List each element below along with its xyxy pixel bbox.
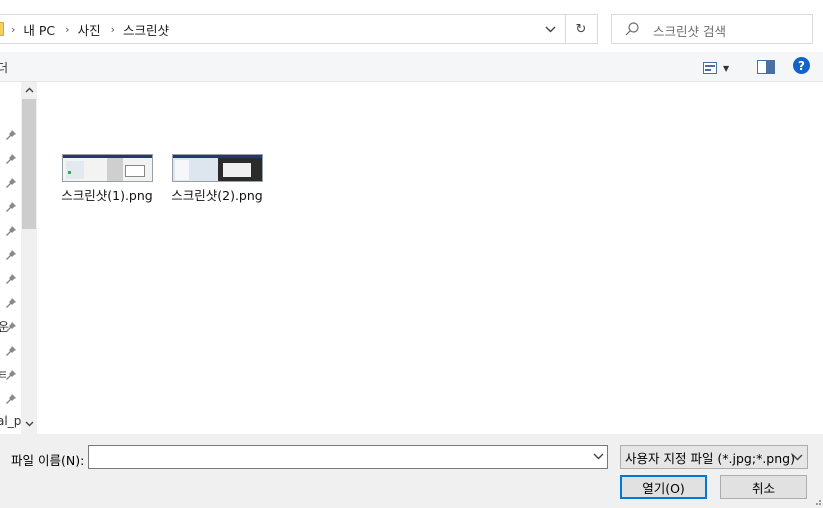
file-list[interactable]: 스크린샷(1).png 스크린샷(2).png: [37, 82, 823, 434]
scroll-thumb[interactable]: [22, 99, 36, 229]
pin-icon: [6, 250, 16, 260]
pin-icon: [6, 202, 16, 212]
dialog-footer: 파일 이름(N): 사용자 지정 파일 (*.jpg;*.png) 열기(O) …: [0, 434, 823, 508]
address-bar[interactable]: › 내 PC › 사진 › 스크린샷 ↻: [0, 14, 598, 44]
refresh-icon: ↻: [575, 21, 587, 37]
pin-icon: [6, 226, 16, 236]
nav-scrollbar[interactable]: [21, 82, 37, 434]
pin-icon: [6, 130, 16, 140]
pin-icon: [6, 298, 16, 308]
chevron-down-icon: [25, 421, 33, 427]
filename-label: 파일 이름(N):: [11, 453, 85, 468]
address-history-button[interactable]: [535, 15, 565, 43]
file-name: 스크린샷(1).png: [61, 188, 153, 203]
filename-input[interactable]: [88, 445, 608, 469]
command-bar: 더 ▼: [0, 52, 823, 82]
toolbar-item-partial[interactable]: 더: [0, 59, 8, 76]
view-icon: [703, 62, 717, 74]
search-placeholder: 스크린샷 검색: [653, 24, 726, 39]
help-icon: ?: [798, 58, 805, 73]
help-button[interactable]: ?: [793, 57, 810, 74]
chevron-right-icon: ›: [11, 22, 16, 36]
pin-icon: [6, 322, 16, 332]
file-item[interactable]: 스크린샷(1).png: [57, 154, 157, 204]
chevron-right-icon: ›: [110, 22, 115, 36]
search-input[interactable]: 스크린샷 검색: [611, 14, 813, 44]
address-row: › 내 PC › 사진 › 스크린샷 ↻ 스크린샷 검색: [0, 0, 823, 52]
chevron-down-icon: [792, 454, 803, 461]
breadcrumb-item-screenshots[interactable]: 스크린샷: [123, 20, 169, 39]
pin-icon: [6, 274, 16, 284]
breadcrumb-item-pictures[interactable]: 사진: [78, 20, 101, 39]
breadcrumb: › 내 PC › 사진 › 스크린샷: [11, 15, 179, 43]
pin-icon: [6, 370, 16, 380]
scroll-up-button[interactable]: [21, 82, 37, 98]
chevron-up-icon: [25, 87, 33, 93]
change-view-button[interactable]: ▼: [703, 60, 737, 76]
file-item[interactable]: 스크린샷(2).png: [167, 154, 267, 204]
pin-icon: [6, 394, 16, 404]
chevron-down-icon: [545, 26, 555, 32]
folder-icon: [0, 22, 4, 36]
chevron-right-icon: ›: [65, 22, 70, 36]
caret-down-icon: ▼: [723, 63, 730, 73]
pin-icon: [6, 178, 16, 188]
resize-grip-icon[interactable]: [812, 496, 822, 506]
scroll-down-button[interactable]: [21, 416, 37, 432]
breadcrumb-item-my-pc[interactable]: 내 PC: [23, 20, 55, 39]
cancel-button[interactable]: 취소: [720, 475, 807, 499]
open-button-label: 열기(O): [642, 480, 685, 496]
open-button[interactable]: 열기(O): [620, 475, 707, 499]
image-thumbnail: [171, 154, 263, 182]
search-icon: [625, 22, 639, 36]
file-name: 스크린샷(2).png: [171, 188, 263, 203]
file-type-select[interactable]: 사용자 지정 파일 (*.jpg;*.png): [620, 445, 808, 469]
refresh-button[interactable]: ↻: [566, 15, 596, 43]
file-type-label: 사용자 지정 파일 (*.jpg;*.png): [625, 450, 795, 466]
pin-icon: [6, 346, 16, 356]
chevron-down-icon[interactable]: [593, 449, 604, 463]
image-thumbnail: [61, 154, 153, 182]
cancel-button-label: 취소: [751, 480, 775, 496]
preview-pane-button[interactable]: [757, 60, 775, 74]
pin-icon: [6, 154, 16, 164]
